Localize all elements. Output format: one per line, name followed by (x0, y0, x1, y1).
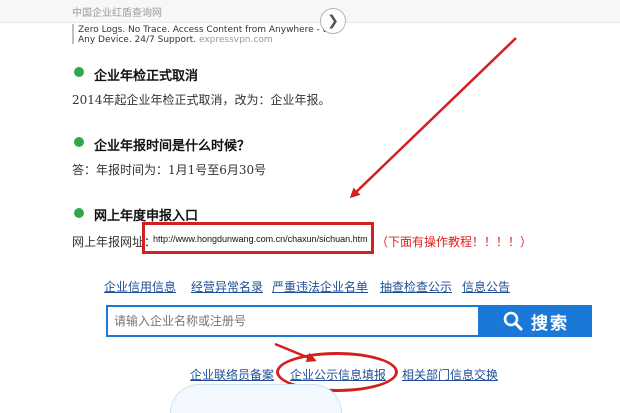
section-body-annual-inspection: 2014年起企业年检正式取消，改为：企业年报。 (72, 93, 331, 107)
site-title: 中国企业红盾查询网 (72, 8, 162, 19)
ad-text-line2: Any Device. 24/7 Support. expressvpn.com (78, 35, 273, 45)
annotation-arrows (274, 37, 517, 362)
search-input[interactable] (106, 305, 480, 337)
ad-divider (72, 24, 74, 44)
nav-link-spot-check[interactable]: 抽查检查公示 (380, 278, 452, 295)
cloud-decoration (170, 384, 342, 413)
arrow-to-url-icon (349, 37, 517, 199)
bottom-link-dept-exchange[interactable]: 相关部门信息交换 (402, 366, 498, 383)
section-heading-report-time: 企业年报时间是什么时候？ (94, 139, 251, 154)
top-bar: 中国企业红盾查询网 (0, 0, 620, 23)
section-body-report-time: 答：年报时间为：1月1号至6月30号 (72, 163, 267, 177)
online-report-url-link[interactable]: http://www.hongdunwang.com.cn/chaxun/sic… (153, 234, 368, 244)
ad-banner[interactable]: Zero Logs. No Trace. Access Content from… (72, 23, 350, 47)
chevron-right-icon[interactable]: ❯ (320, 8, 346, 34)
search-bar: 搜索 (106, 305, 592, 337)
nav-link-announcements[interactable]: 信息公告 (462, 278, 510, 295)
search-button-label: 搜索 (531, 313, 569, 334)
ad-url[interactable]: expressvpn.com (199, 35, 273, 45)
nav-link-illegal-list[interactable]: 严重违法企业名单 (272, 278, 368, 295)
nav-link-credit-info[interactable]: 企业信用信息 (104, 278, 176, 295)
green-bullet-icon (74, 137, 84, 147)
tutorial-note: （下面有操作教程！！！！） (376, 235, 533, 249)
green-bullet-icon (74, 67, 84, 77)
green-bullet-icon (74, 208, 84, 218)
section-heading-annual-inspection: 企业年检正式取消 (94, 69, 199, 84)
ad-text-line2-copy: Any Device. 24/7 Support. (78, 35, 197, 45)
bottom-link-liaison-filing[interactable]: 企业联络员备案 (190, 366, 274, 383)
search-button[interactable]: 搜索 (480, 305, 592, 337)
nav-link-abnormal-list[interactable]: 经营异常名录 (191, 278, 263, 295)
search-icon (503, 311, 523, 331)
ad-text-line1: Zero Logs. No Trace. Access Content from… (78, 25, 334, 35)
